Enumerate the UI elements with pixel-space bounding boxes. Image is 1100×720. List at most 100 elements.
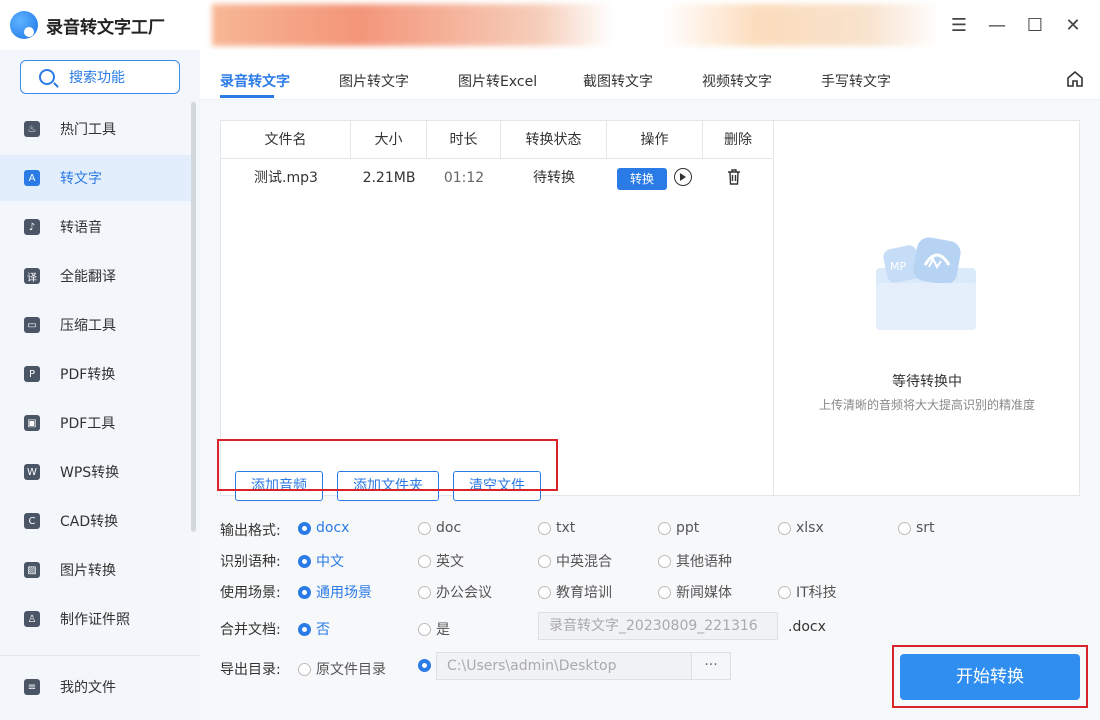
sidebar-item-2[interactable]: A 转文字 [0,155,194,201]
trash-icon[interactable] [727,168,741,186]
play-icon[interactable] [674,168,692,186]
radio-dot [418,554,431,568]
sidebar-item-label: 热门工具 [60,122,116,138]
radio-label: 中文 [316,554,344,570]
file-size: 2.21MB [362,170,416,186]
radio-dot [418,585,431,599]
format-option-3[interactable]: txt [538,520,575,536]
translate-icon: 译 [24,268,40,284]
minimize-icon[interactable]: — [984,12,1010,38]
sidebar-item-label: 制作证件照 [60,612,130,628]
radio-dot [898,521,911,535]
sidebar-item-11[interactable]: ♙ 制作证件照 [0,596,194,642]
convert-button[interactable]: 转换 [617,168,667,190]
tab-image-to-excel[interactable]: 图片转Excel [458,71,537,91]
tab-handwriting-to-text[interactable]: 手写转文字 [821,71,891,91]
menu-icon[interactable]: ☰ [946,12,972,38]
mp-label: MP [890,260,906,273]
language-option-3[interactable]: 中英混合 [538,551,612,571]
export-path-field[interactable]: C:\Users\admin\Desktop [436,652,692,680]
language-option-4[interactable]: 其他语种 [658,551,732,571]
maximize-icon[interactable]: ☐ [1022,12,1048,38]
sidebar-item-4[interactable]: 译 全能翻译 [0,253,194,299]
radio-label: docx [316,520,350,536]
column-header-action: 操作 [607,121,703,159]
browse-button[interactable]: ··· [691,652,731,680]
tab-video-to-text[interactable]: 视频转文字 [702,71,772,91]
scene-option-5[interactable]: IT科技 [778,582,837,602]
merge-option-no[interactable]: 否 [298,619,330,639]
home-icon[interactable] [1066,70,1084,88]
radio-label: 英文 [436,554,464,570]
close-icon[interactable]: ✕ [1060,12,1086,38]
scene-option-2[interactable]: 办公会议 [418,582,492,602]
sidebar-item-1[interactable]: ♨ 热门工具 [0,106,194,152]
radio-label: doc [436,520,462,536]
text-convert-icon: A [24,170,40,186]
radio-dot [298,662,311,676]
tab-bar: 录音转文字 图片转文字 图片转Excel 截图转文字 视频转文字 手写转文字 [200,50,1100,100]
sidebar-item-7[interactable]: ▣ PDF工具 [0,400,194,446]
sidebar-item-my-files[interactable]: ≡ 我的文件 [0,664,194,710]
sidebar-item-5[interactable]: ▭ 压缩工具 [0,302,194,348]
sidebar-scrollbar[interactable] [191,102,196,532]
radio-dot [658,554,671,568]
format-option-2[interactable]: doc [418,520,461,536]
radio-dot [298,554,311,568]
output-format-label: 输出格式: [220,523,281,539]
scene-option-1[interactable]: 通用场景 [298,582,372,602]
sidebar-item-label: 图片转换 [60,563,116,579]
merge-filename-field[interactable]: 录音转文字_20230809_221316 [538,612,778,640]
sidebar-item-label: 我的文件 [60,680,116,696]
highlight-start-button [892,645,1088,708]
sidebar-item-label: CAD转换 [60,514,119,530]
scene-label: 使用场景: [220,585,281,601]
export-option-custom-dir[interactable] [418,659,436,672]
sidebar: 搜索功能 ♨ 热门工具 A 转文字 ♪ 转语音译 全能翻译 ▭ 压缩工具 P PDF转换 ▣ PDF工具… [0,50,200,720]
sidebar-item-label: WPS转换 [60,465,120,481]
radio-dot [418,659,431,672]
language-label: 识别语种: [220,554,281,570]
format-option-6[interactable]: srt [898,520,935,536]
language-option-2[interactable]: 英文 [418,551,464,571]
search-function-button[interactable]: 搜索功能 [20,60,180,94]
format-option-4[interactable]: ppt [658,520,699,536]
radio-dot [658,521,671,535]
ad-banner[interactable] [212,4,940,46]
scene-option-4[interactable]: 新闻媒体 [658,582,732,602]
radio-dot [778,585,791,599]
radio-label: 是 [436,622,450,638]
radio-label: IT科技 [796,585,837,601]
sidebar-item-10[interactable]: ▨ 图片转换 [0,547,194,593]
file-status: 待转换 [533,170,575,186]
sidebar-divider [0,655,200,656]
radio-label: 教育培训 [556,585,612,601]
column-header-filename: 文件名 [221,121,351,159]
radio-label: xlsx [796,520,824,536]
file-name: 测试.mp3 [254,170,318,186]
wps-icon: W [24,464,40,480]
title-bar: 录音转文字工厂 ☰ — ☐ ✕ [0,0,1100,50]
export-dir-label: 导出目录: [220,662,281,678]
language-option-1[interactable]: 中文 [298,551,344,571]
merge-option-yes[interactable]: 是 [418,619,450,639]
search-icon [39,69,55,85]
preview-status-title: 等待转换中 [892,374,962,390]
preview-divider [773,121,774,495]
export-option-original-dir[interactable]: 原文件目录 [298,659,386,679]
sidebar-item-8[interactable]: W WPS转换 [0,449,194,495]
sidebar-item-label: 压缩工具 [60,318,116,334]
sidebar-item-6[interactable]: P PDF转换 [0,351,194,397]
scene-option-3[interactable]: 教育培训 [538,582,612,602]
sidebar-item-9[interactable]: C CAD转换 [0,498,194,544]
sidebar-item-label: 全能翻译 [60,269,116,285]
sidebar-item-3[interactable]: ♪ 转语音 [0,204,194,250]
radio-label: 新闻媒体 [676,585,732,601]
column-header-duration: 时长 [427,121,501,159]
format-option-5[interactable]: xlsx [778,520,824,536]
tab-audio-to-text[interactable]: 录音转文字 [220,71,290,91]
tab-image-to-text[interactable]: 图片转文字 [339,71,409,91]
format-option-1[interactable]: docx [298,520,349,536]
tab-screenshot-to-text[interactable]: 截图转文字 [583,71,653,91]
radio-dot [538,585,551,599]
